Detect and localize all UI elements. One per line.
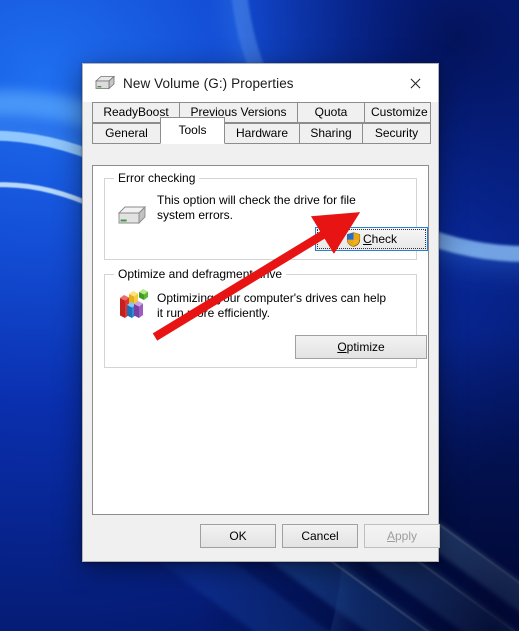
close-icon	[410, 78, 421, 88]
tab-tools[interactable]: Tools	[160, 117, 225, 144]
optimize-description: Optimizing your computer's drives can he…	[157, 291, 387, 320]
dialog-footer: OK Cancel Apply	[83, 515, 440, 561]
tab-security[interactable]: Security	[362, 123, 431, 144]
properties-dialog: New Volume (G:) Properties ReadyBoost Pr…	[82, 63, 440, 562]
check-button[interactable]: Check	[315, 227, 428, 251]
optimize-button-label: Optimize	[337, 340, 384, 354]
error-checking-group: Error checking This option will check th…	[104, 171, 428, 260]
apply-button: Apply	[364, 524, 440, 548]
check-accel-char: C	[362, 232, 372, 246]
window-title: New Volume (G:) Properties	[123, 75, 294, 91]
tab-sharing[interactable]: Sharing	[299, 123, 363, 144]
tab-quota[interactable]: Quota	[297, 102, 365, 123]
apply-label-rest: pply	[395, 529, 418, 543]
tab-hardware[interactable]: Hardware	[224, 123, 300, 144]
tab-strip: ReadyBoost Previous Versions Quota Custo…	[83, 102, 438, 144]
defragment-icon	[115, 287, 151, 323]
optimize-button[interactable]: Optimize	[295, 335, 427, 359]
tab-row-top: ReadyBoost Previous Versions Quota Custo…	[92, 102, 431, 123]
apply-button-label: Apply	[387, 529, 417, 543]
tab-customize[interactable]: Customize	[364, 102, 431, 123]
ok-button[interactable]: OK	[200, 524, 276, 548]
tab-row-bottom: General Tools Hardware Sharing Security	[92, 117, 431, 144]
tab-general[interactable]: General	[92, 123, 161, 144]
hard-drive-icon	[117, 205, 147, 227]
cancel-button[interactable]: Cancel	[282, 524, 358, 548]
desktop: New Volume (G:) Properties ReadyBoost Pr…	[0, 0, 519, 631]
check-button-label: Check	[363, 232, 397, 246]
tools-tab-panel: Error checking This option will check th…	[92, 165, 429, 515]
check-label-rest: heck	[371, 232, 398, 246]
uac-shield-icon	[346, 231, 361, 247]
optimize-accel-char: O	[337, 340, 347, 354]
drive-icon	[93, 75, 116, 91]
close-button[interactable]	[393, 64, 438, 102]
error-checking-description: This option will check the drive for fil…	[157, 193, 356, 222]
optimize-label-rest: ptimize	[346, 340, 385, 354]
title-bar: New Volume (G:) Properties	[83, 64, 438, 102]
apply-accel-char: A	[386, 529, 395, 543]
optimize-group: Optimize and defragment drive Optimizing…	[104, 267, 427, 368]
